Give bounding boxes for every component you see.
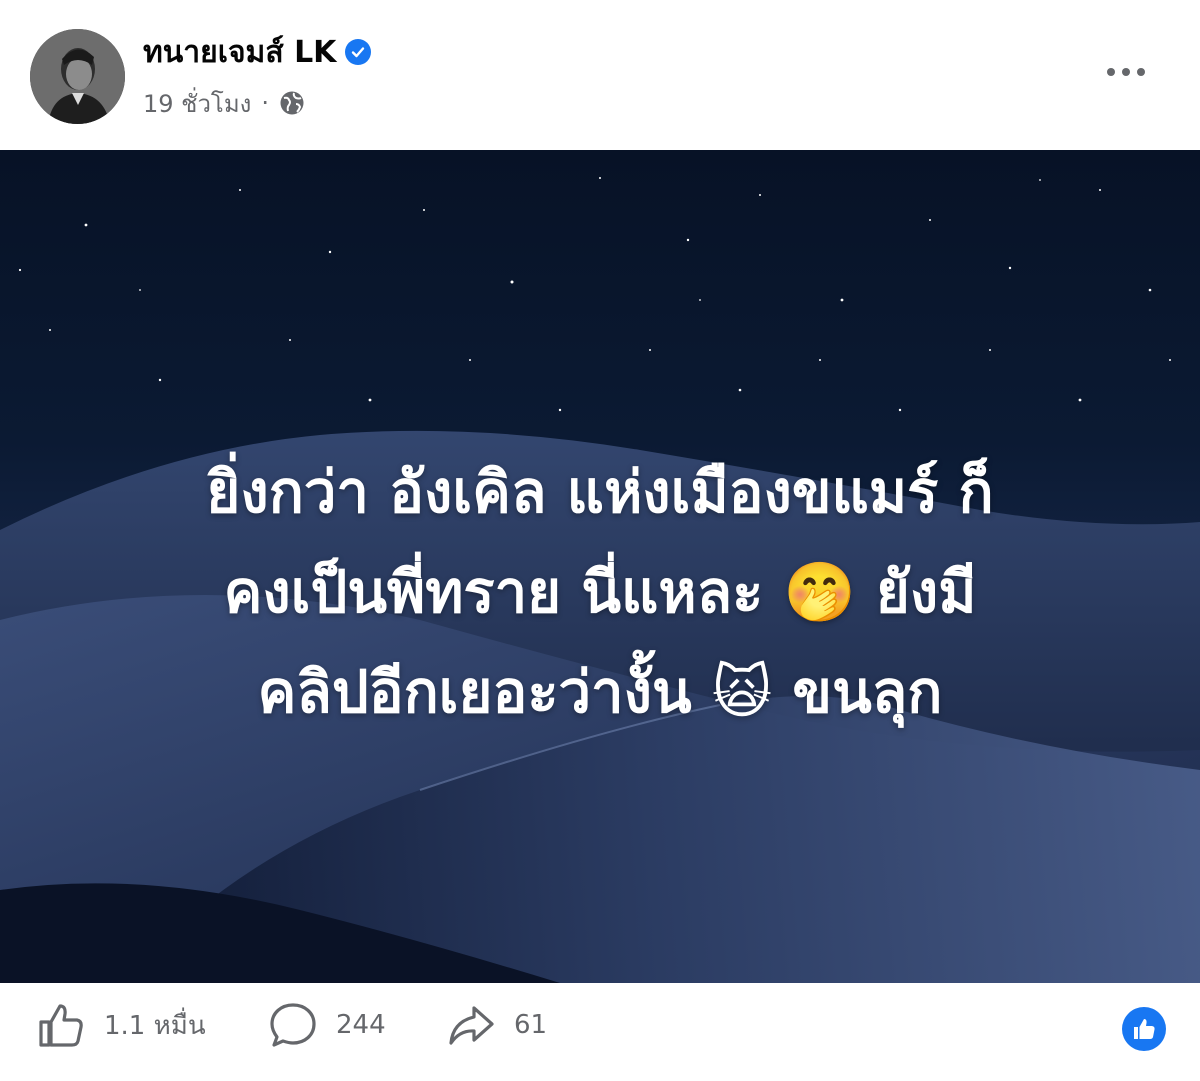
like-button[interactable]: 1.1 หมื่น [36,995,206,1055]
share-button[interactable]: 61 [446,995,547,1055]
post-header: ทนายเจมส์ LK 19 ชั่วโมง · [0,0,1200,150]
post-caption: ยิ่งกว่า อังเคิล แห่งเมืองขแมร์ ก็ คงเป็… [80,442,1120,742]
verified-badge-icon [345,39,372,65]
like-reaction-icon[interactable] [1122,1007,1166,1051]
post-meta: 19 ชั่วโมง · [143,86,305,120]
comment-button[interactable]: 244 [268,995,386,1055]
share-arrow-icon [449,1006,494,1045]
author-row: ทนายเจมส์ LK [143,29,372,76]
avatar-photo [30,29,125,124]
post-time[interactable]: 19 ชั่วโมง [143,84,251,123]
comment-bubble-icon [270,1003,316,1047]
caption-line: ยิ่งกว่า อังเคิล แห่งเมืองขแมร์ ก็ [206,458,994,526]
author-name[interactable]: ทนายเจมส์ LK [143,29,336,76]
thumbs-up-icon [39,1004,83,1047]
post-image[interactable]: ยิ่งกว่า อังเคิล แห่งเมืองขแมร์ ก็ คงเป็… [0,150,1200,983]
share-count: 61 [514,1010,548,1040]
avatar[interactable] [30,29,125,124]
post-actions: 1.1 หมื่น 244 61 [0,983,1200,1081]
globe-icon [279,90,305,116]
caption-line: คลิปอีกเยอะว่างั้น 🙀 ขนลุก [257,658,943,726]
meta-separator: · [261,89,270,117]
more-options-icon[interactable] [1098,52,1154,92]
like-count: 1.1 หมื่น [104,1010,206,1041]
facebook-post: ทนายเจมส์ LK 19 ชั่วโมง · ยิ่งกว่า อังเค… [0,0,1200,1081]
comment-count: 244 [336,1010,386,1040]
caption-line: คงเป็นพี่ทราย นี่แหละ 🤭 ยังมี [223,558,977,626]
